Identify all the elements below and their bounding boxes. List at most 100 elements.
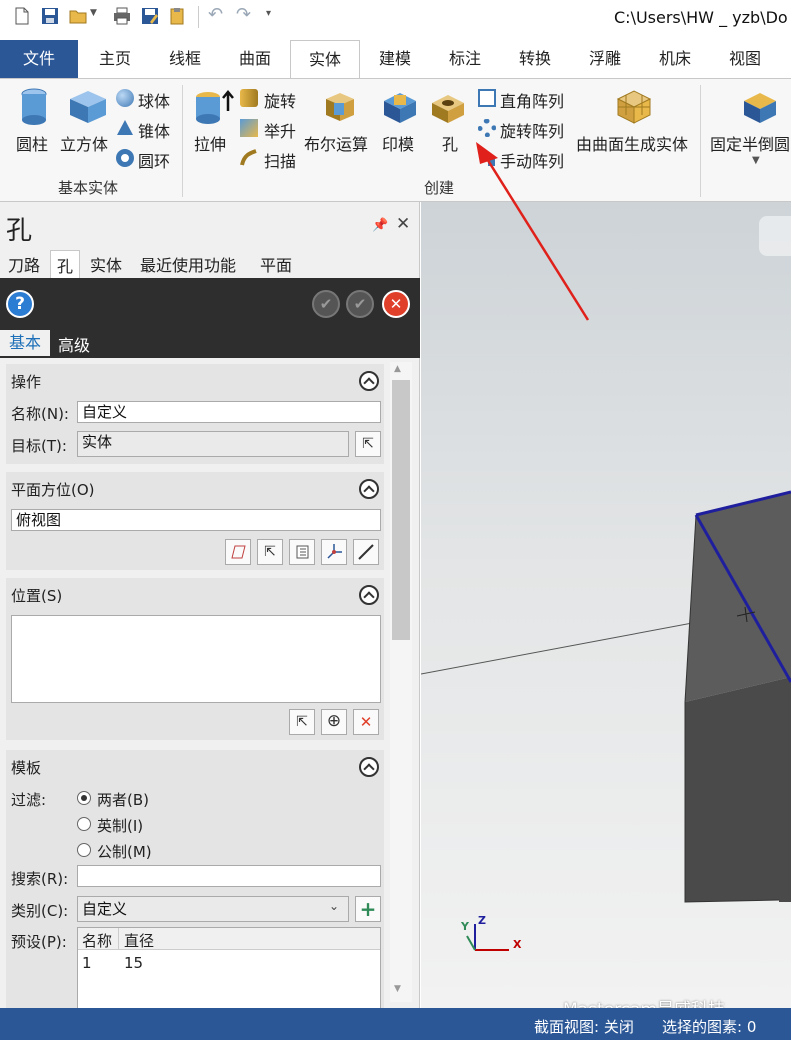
tab-model-prep[interactable]: 建模 <box>366 40 424 78</box>
operation-section: 操作 名称(N): 自定义 目标(T): 实体 ⇱ <box>6 364 384 464</box>
dropdown-arrow-icon[interactable]: ▼ <box>90 8 97 18</box>
collapse-icon[interactable] <box>359 585 379 605</box>
collapse-icon[interactable] <box>359 371 379 391</box>
boolean-icon <box>326 93 354 121</box>
collapse-icon[interactable] <box>359 757 379 777</box>
search-input[interactable] <box>77 865 381 887</box>
dynamic-plane-icon[interactable] <box>321 539 347 565</box>
tab-file[interactable]: 文件 <box>0 40 78 78</box>
plane-field[interactable]: 俯视图 <box>11 509 381 531</box>
cylinder-button[interactable]: 圆柱 <box>14 87 54 157</box>
print-icon[interactable] <box>112 6 132 26</box>
fixed-fillet-button[interactable]: 固定半倒圆 ▼ <box>708 87 791 177</box>
position-list[interactable] <box>11 615 381 703</box>
dropdown-arrow-icon[interactable]: ▼ <box>752 155 760 166</box>
subtab-advanced[interactable]: 高级 <box>58 332 90 356</box>
boolean-button[interactable]: 布尔运算 <box>304 87 376 157</box>
name-field[interactable]: 自定义 <box>77 401 381 423</box>
torus-button[interactable]: 圆环 <box>116 147 180 173</box>
undo-icon[interactable]: ↶ <box>208 4 223 25</box>
panel-tab-solids[interactable]: 实体 <box>90 252 122 276</box>
panel-tab-hole[interactable]: 孔 <box>50 250 81 279</box>
tab-transform[interactable]: 转换 <box>506 40 564 78</box>
add-template-icon[interactable]: + <box>355 896 381 922</box>
crosshair-icon[interactable]: ⊕ <box>321 709 347 735</box>
extrude-button[interactable]: 拉伸 <box>192 87 236 157</box>
preset-table[interactable]: 名称 直径 1 15 <box>77 927 381 1009</box>
fixed-fillet-label: 固定半倒圆 <box>710 135 791 154</box>
imprint-button[interactable]: 印模 <box>380 87 420 157</box>
tab-art[interactable]: 浮雕 <box>576 40 634 78</box>
tab-view[interactable]: 视图 <box>716 40 774 78</box>
cube-button[interactable]: 立方体 <box>60 87 114 157</box>
filter-both-label: 两者(B) <box>97 791 149 809</box>
operation-header: 操作 <box>11 373 42 391</box>
subtab-basic[interactable]: 基本 <box>0 330 50 356</box>
tab-surfaces[interactable]: 曲面 <box>226 40 284 78</box>
rectangular-pattern-button[interactable]: 直角阵列 <box>476 87 572 113</box>
tab-wireframe[interactable]: 线框 <box>156 40 214 78</box>
scrollbar-thumb[interactable] <box>392 380 410 640</box>
filter-imperial-radio[interactable] <box>77 817 91 831</box>
close-icon[interactable]: ✕ <box>396 214 410 234</box>
plane-header: 平面方位(O) <box>11 481 95 499</box>
tab-drafting[interactable]: 标注 <box>436 40 494 78</box>
properties-icon[interactable] <box>168 6 188 26</box>
cylinder-icon <box>21 88 47 125</box>
rectangular-pattern-label: 直角阵列 <box>500 92 565 111</box>
customize-toolbar-icon[interactable]: ▾ <box>266 8 271 19</box>
cone-button[interactable]: 锥体 <box>116 117 180 143</box>
y-axis-label: Y <box>461 920 469 933</box>
save-as-icon[interactable] <box>140 6 160 26</box>
select-plane-icon[interactable] <box>225 539 251 565</box>
scroll-down-icon[interactable]: ▼ <box>394 984 401 994</box>
redo-icon[interactable]: ↷ <box>236 4 251 25</box>
add-position-icon[interactable]: ⇱ <box>289 709 315 735</box>
help-icon[interactable]: ? <box>6 290 34 318</box>
column-header-diameter: 直径 <box>124 932 155 950</box>
tab-machine[interactable]: 机床 <box>646 40 704 78</box>
scroll-up-icon[interactable]: ▲ <box>394 364 401 374</box>
sweep-button[interactable]: 扫描 <box>240 147 302 173</box>
preset-cell-diameter: 15 <box>124 954 144 972</box>
tab-home[interactable]: 主页 <box>86 40 144 78</box>
position-section: 位置(S) ⇱ ⊕ ✕ <box>6 578 384 740</box>
title-bar: ▼ ↶ ↷ ▾ C:\Users\HW _ yzb\Do <box>0 0 791 38</box>
column-header-name: 名称 <box>82 932 113 950</box>
line-direction-icon[interactable] <box>353 539 379 565</box>
z-axis-label: Z <box>478 914 486 927</box>
cylinder-label: 圆柱 <box>16 135 49 154</box>
save-icon[interactable] <box>40 6 60 26</box>
panel-tab-recent-functions[interactable]: 最近使用功能 <box>140 252 236 276</box>
status-bar: 截面视图: 关闭 选择的图素: 0 <box>0 1008 791 1040</box>
remove-position-icon[interactable]: ✕ <box>353 709 379 735</box>
panel-tab-toolpaths[interactable]: 刀路 <box>8 252 40 276</box>
sphere-button[interactable]: 球体 <box>116 87 180 113</box>
chevron-down-icon[interactable]: ⌄ <box>329 899 339 913</box>
revolve-button[interactable]: 旋转 <box>240 87 302 113</box>
panel-tab-planes[interactable]: 平面 <box>260 252 292 276</box>
new-file-icon[interactable] <box>12 6 32 26</box>
preset-cell-name: 1 <box>82 954 92 972</box>
filter-both-radio[interactable] <box>77 791 91 805</box>
view-cube-icon[interactable] <box>759 216 791 256</box>
table-row[interactable]: 1 15 <box>78 952 380 974</box>
boolean-label: 布尔运算 <box>304 135 369 154</box>
cube-icon <box>70 91 106 123</box>
plane-list-icon[interactable] <box>289 539 315 565</box>
collapse-icon[interactable] <box>359 479 379 499</box>
open-folder-icon[interactable] <box>68 6 88 26</box>
filter-metric-radio[interactable] <box>77 843 91 857</box>
loft-button[interactable]: 举升 <box>240 117 302 143</box>
select-target-icon[interactable]: ⇱ <box>355 431 381 457</box>
panel-scrollbar[interactable]: ▲ ▼ <box>390 362 412 1002</box>
pin-icon[interactable]: 📌 <box>372 218 388 233</box>
section-view-status[interactable]: 截面视图: 关闭 <box>534 1016 634 1037</box>
tab-solids[interactable]: 实体 <box>290 40 360 78</box>
hole-button[interactable]: 孔 <box>428 87 468 157</box>
select-entity-icon[interactable]: ⇱ <box>257 539 283 565</box>
ok-and-new-icon[interactable]: ✔ <box>312 290 340 318</box>
cancel-icon[interactable]: ✕ <box>382 290 410 318</box>
ok-icon[interactable]: ✔ <box>346 290 374 318</box>
category-select[interactable]: 自定义 <box>77 896 349 922</box>
